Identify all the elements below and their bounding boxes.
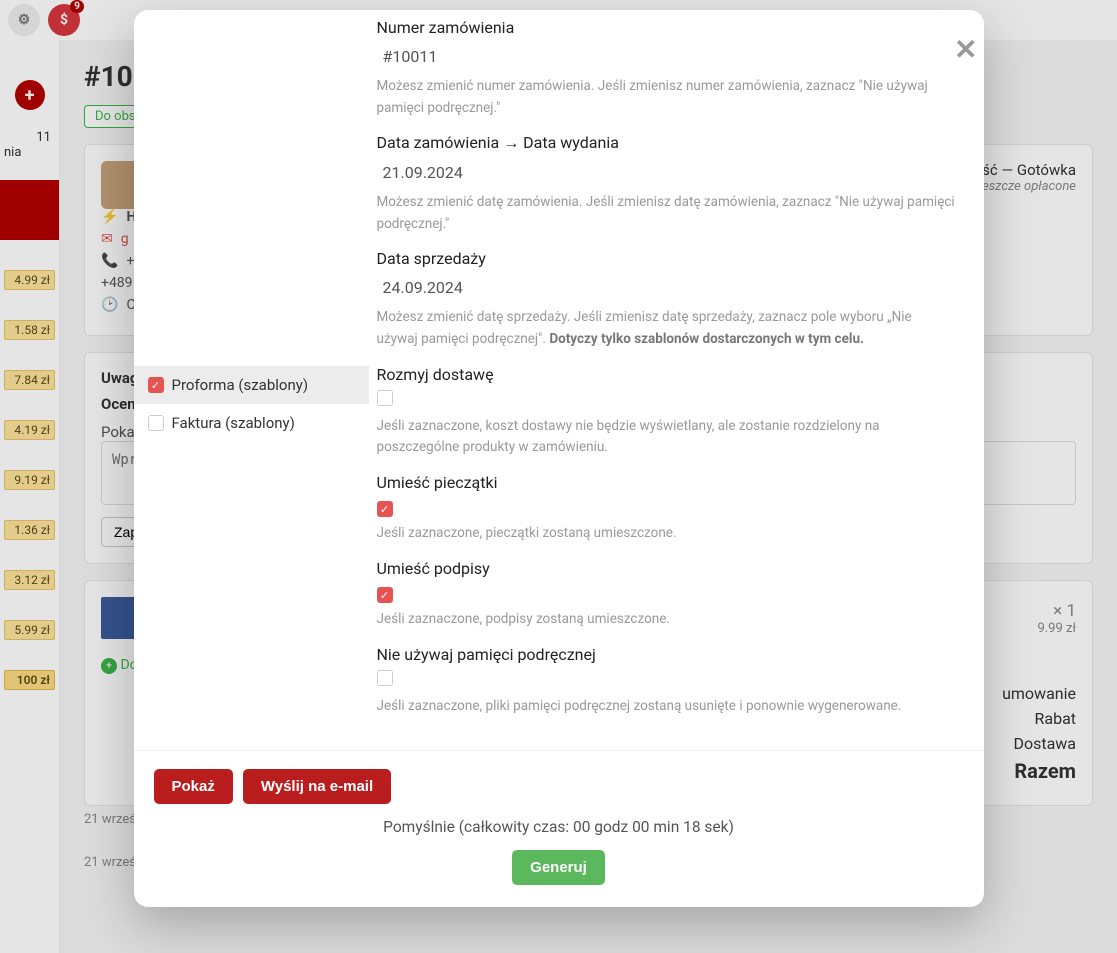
template-label: Proforma (szablony) — [172, 376, 309, 394]
field-label: Umieść podpisy — [377, 559, 956, 578]
field-label: Nie używaj pamięci podręcznej — [377, 645, 956, 664]
signatures-checkbox[interactable] — [377, 587, 393, 603]
help-text: Możesz zmienić datę sprzedaży. Jeśli zmi… — [377, 307, 956, 350]
field-blur-delivery: Rozmyj dostawę Jeśli zaznaczone, koszt d… — [377, 365, 956, 459]
send-email-button[interactable]: Wyślij na e-mail — [243, 769, 391, 804]
checkbox-icon[interactable] — [148, 415, 164, 431]
close-icon[interactable]: ✕ — [954, 36, 977, 64]
modal-overlay: Proforma (szablony) Faktura (szablony) ✕… — [0, 0, 1117, 953]
field-order-date: Data zamówienia → Data wydania 21.09.202… — [377, 133, 956, 235]
checkbox-icon[interactable] — [148, 377, 164, 393]
status-text: Pomyślnie (całkowity czas: 00 godz 00 mi… — [154, 818, 964, 836]
help-text: Jeśli zaznaczone, podpisy zostaną umiesz… — [377, 609, 956, 631]
help-text: Możesz zmienić datę zamówienia. Jeśli zm… — [377, 192, 956, 235]
help-text: Jeśli zaznaczone, koszt dostawy nie będz… — [377, 416, 956, 459]
blur-delivery-checkbox[interactable] — [377, 390, 393, 406]
field-stamps: Umieść pieczątki Jeśli zaznaczone, piecz… — [377, 473, 956, 545]
order-number-input[interactable]: #10011 — [377, 43, 956, 70]
stamps-checkbox[interactable] — [377, 501, 393, 517]
field-order-number: Numer zamówienia #10011 Możesz zmienić n… — [377, 18, 956, 119]
help-text: Jeśli zaznaczone, pieczątki zostaną umie… — [377, 523, 956, 545]
field-signatures: Umieść podpisy Jeśli zaznaczone, podpisy… — [377, 559, 956, 631]
template-proforma[interactable]: Proforma (szablony) — [134, 366, 369, 404]
no-cache-checkbox[interactable] — [377, 670, 393, 686]
field-label: Numer zamówienia — [377, 18, 956, 37]
field-no-cache: Nie używaj pamięci podręcznej Jeśli zazn… — [377, 645, 956, 718]
field-sale-date: Data sprzedaży 24.09.2024 Możesz zmienić… — [377, 249, 956, 350]
template-list: Proforma (szablony) Faktura (szablony) — [134, 18, 369, 750]
modal-fields: ✕ Numer zamówienia #10011 Możesz zmienić… — [369, 18, 984, 750]
sale-date-input[interactable]: 24.09.2024 — [377, 274, 956, 301]
document-modal: Proforma (szablony) Faktura (szablony) ✕… — [134, 10, 984, 907]
template-faktura[interactable]: Faktura (szablony) — [134, 404, 369, 442]
field-label: Rozmyj dostawę — [377, 365, 956, 384]
generate-button[interactable]: Generuj — [512, 850, 605, 885]
modal-footer: Pokaż Wyślij na e-mail Pomyślnie (całkow… — [134, 750, 984, 907]
field-label: Data zamówienia → Data wydania — [377, 133, 956, 153]
field-label: Umieść pieczątki — [377, 473, 956, 492]
help-text: Możesz zmienić numer zamówienia. Jeśli z… — [377, 76, 956, 119]
field-label: Data sprzedaży — [377, 249, 956, 268]
order-date-input[interactable]: 21.09.2024 — [377, 159, 956, 186]
help-text: Jeśli zaznaczone, pliki pamięci podręczn… — [377, 696, 956, 718]
show-button[interactable]: Pokaż — [154, 769, 233, 804]
template-label: Faktura (szablony) — [172, 414, 295, 432]
